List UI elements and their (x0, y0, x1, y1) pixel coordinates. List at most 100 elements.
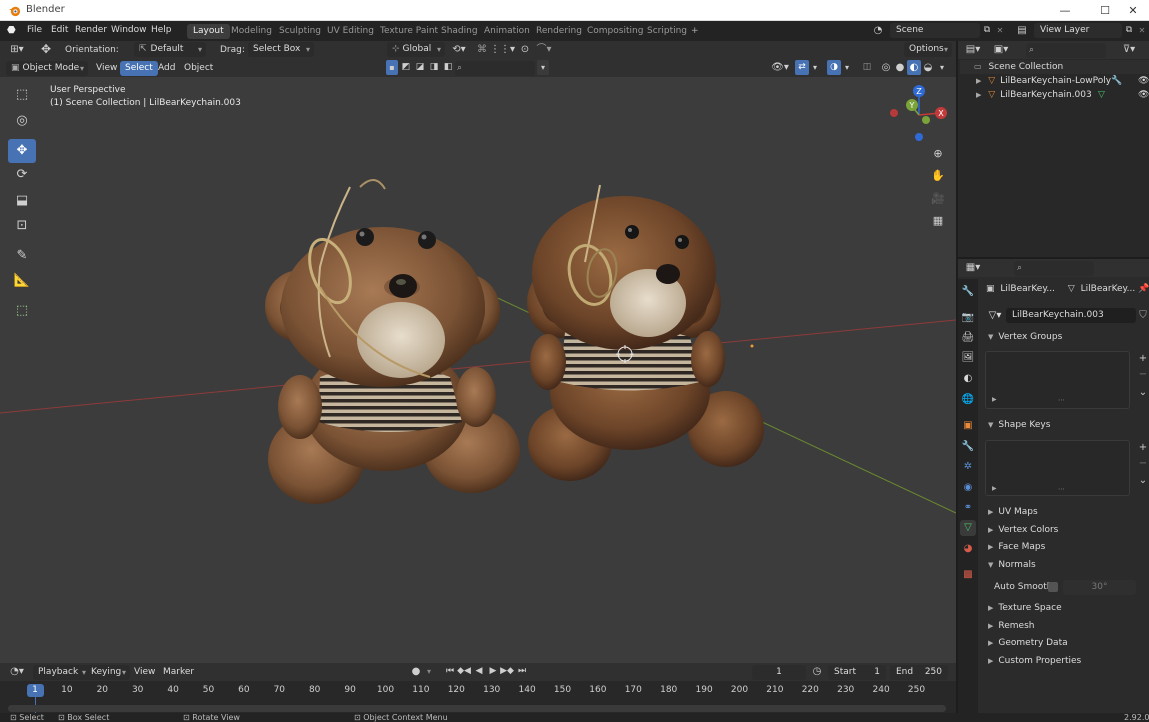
texture-tab-icon[interactable]: ▩ (960, 567, 976, 583)
list-expand-icon[interactable]: ▶ (992, 396, 997, 403)
select-mode-new-icon[interactable]: ▪ (386, 60, 398, 75)
remove-vertex-group-button[interactable]: − (1137, 368, 1149, 382)
tab-layout[interactable]: Layout (187, 24, 230, 39)
outliner-filter-icon[interactable]: ⊽▾ (1118, 42, 1140, 57)
outliner-search-field[interactable]: ⌕ (1026, 43, 1106, 58)
proportional-falloff-icon[interactable]: ⌒▾ (533, 42, 555, 57)
visibility-eye-icon[interactable]: 👁 (1138, 88, 1149, 102)
gizmo-toggle-icon[interactable]: ⇄ (795, 60, 809, 75)
play-reverse-icon[interactable]: ◀ (472, 664, 486, 679)
marker-menu[interactable]: Marker (158, 665, 199, 680)
blender-menu-icon[interactable]: ⬣ (7, 25, 16, 36)
cursor-tool-icon[interactable]: ◎ (8, 109, 36, 133)
render-tab-icon[interactable]: 📷 (960, 310, 976, 326)
gizmo-dropdown-icon[interactable]: ▾ (809, 60, 821, 75)
add-workspace-button[interactable]: + (685, 24, 705, 39)
drag-dropdown[interactable]: Select Box (248, 42, 314, 57)
fake-user-shield-icon[interactable]: ⛉ (1137, 308, 1149, 323)
jump-end-icon[interactable]: ⏭ (515, 664, 529, 679)
section-geometry-data[interactable]: ▶ Geometry Data (982, 635, 1149, 652)
material-tab-icon[interactable]: ◕ (960, 541, 976, 557)
xray-toggle-icon[interactable]: ◫ (860, 60, 874, 75)
overlays-dropdown-icon[interactable]: ▾ (841, 60, 853, 75)
section-normals[interactable]: ▼ Normals (982, 557, 1149, 574)
play-icon[interactable]: ▶ (486, 664, 500, 679)
list-resize-handle[interactable]: ⋯ (1058, 485, 1065, 493)
tab-animation[interactable]: Animation (478, 24, 536, 39)
view-layer-icon[interactable]: ▤ (1012, 23, 1032, 38)
vertex-groups-list[interactable]: ▶ ⋯ (985, 351, 1130, 409)
select-mode-intersect-icon[interactable]: ◧ (441, 60, 455, 75)
outliner-row-keychain-003[interactable]: ▶ ▽ LilBearKeychain.003 ▽ 👁 (960, 88, 1149, 102)
properties-editor-type-icon[interactable]: ▦▾ (962, 260, 984, 275)
section-remesh[interactable]: ▶ Remesh (982, 618, 1149, 635)
tab-sculpting[interactable]: Sculpting (273, 24, 327, 39)
rotate-tool-icon[interactable]: ⟳ (8, 163, 36, 187)
select-mode-subtract-icon[interactable]: ◪ (413, 60, 427, 75)
bear-left[interactable] (265, 179, 520, 504)
menu-window[interactable]: Window (111, 25, 147, 35)
scene-name-field[interactable]: Scene (890, 23, 980, 38)
scene-icon[interactable]: ◔ (868, 23, 888, 38)
output-tab-icon[interactable]: 🖨 (960, 330, 976, 346)
select-box-tool-icon[interactable]: ⬚ (8, 83, 36, 107)
proportional-edit-icon[interactable]: ⊙ (517, 42, 533, 57)
list-resize-handle[interactable]: ⋯ (1058, 396, 1065, 404)
menu-view[interactable]: View (91, 61, 122, 76)
world-tab-icon[interactable]: 🌐 (960, 392, 976, 408)
outliner-row-scene-collection[interactable]: ▭ Scene Collection (960, 60, 1149, 74)
particles-tab-icon[interactable]: ✲ (960, 459, 976, 475)
list-expand-icon[interactable]: ▶ (992, 485, 997, 492)
rendered-shading-icon[interactable]: ◒ (921, 60, 935, 75)
visibility-dropdown-icon[interactable]: 👁▾ (768, 60, 792, 75)
timeline-area[interactable]: 1 10 20 30 40 50 60 70 80 90 100 110 120 130 140 150 160… (0, 681, 956, 717)
menu-render[interactable]: Render (75, 25, 107, 35)
close-window-button[interactable]: ✕ (1118, 2, 1148, 19)
modifier-tab-icon[interactable]: 🔧 (960, 439, 976, 455)
tab-texture-paint[interactable]: Texture Paint (374, 24, 444, 39)
tool-tab-icon[interactable]: 🔧 (960, 284, 976, 300)
add-vertex-group-button[interactable]: + (1137, 352, 1149, 366)
select-mode-extend-icon[interactable]: ◩ (399, 60, 413, 75)
timeline-editor-type-icon[interactable]: ◔▾ (6, 664, 28, 679)
shading-dropdown-icon[interactable]: ▾ (936, 60, 948, 75)
menu-edit[interactable]: Edit (51, 25, 68, 35)
playback-menu[interactable]: Playback (33, 665, 90, 680)
shape-key-specials-icon[interactable]: ⌄ (1137, 474, 1149, 488)
wireframe-shading-icon[interactable]: ◎ (879, 60, 893, 75)
viewport-search-field[interactable]: ⌕ (455, 61, 535, 76)
tab-shading[interactable]: Shading (435, 24, 484, 39)
move-tool-button-icon[interactable]: ✥ (8, 139, 36, 163)
mesh-name-field[interactable]: LilBearKeychain.003 (1006, 308, 1136, 323)
filter-dropdown-icon[interactable]: ▾ (537, 60, 549, 75)
orientation-dropdown[interactable]: ⇱ Default (134, 42, 206, 57)
constraints-tab-icon[interactable]: ⚭ (960, 500, 976, 516)
jump-keyframe-back-icon[interactable]: ◆◀ (457, 664, 471, 679)
section-texture-space[interactable]: ▶ Texture Space (982, 600, 1149, 617)
zoom-view-icon[interactable]: ⊕ (928, 144, 948, 164)
tab-modeling[interactable]: Modeling (225, 24, 278, 39)
scene-tab-icon[interactable]: ◐ (960, 371, 976, 387)
delete-scene-icon[interactable]: ✕ (994, 23, 1006, 38)
visibility-eye-icon[interactable]: 👁 (1138, 74, 1149, 88)
section-shape-keys[interactable]: ▼ Shape Keys (982, 417, 1149, 434)
section-vertex-groups[interactable]: ▼ Vertex Groups (982, 329, 1149, 346)
3d-viewport[interactable] (0, 77, 956, 663)
mesh-browse-icon[interactable]: ▽▾ (984, 308, 1006, 323)
record-dropdown-icon[interactable]: ▾ (423, 664, 435, 679)
add-cube-tool-icon[interactable]: ⬚ (8, 299, 36, 323)
auto-smooth-checkbox[interactable] (1048, 582, 1058, 592)
solid-shading-icon[interactable]: ● (893, 60, 907, 75)
section-uv-maps[interactable]: ▶ UV Maps (982, 504, 1149, 521)
start-frame-field[interactable]: Start 1 (828, 665, 886, 680)
mode-dropdown[interactable]: ▣ Object Mode (6, 61, 88, 76)
snap-target-icon[interactable]: ⋮⋮▾ (490, 42, 515, 57)
tab-rendering[interactable]: Rendering (530, 24, 588, 39)
record-icon[interactable]: ● (409, 664, 423, 679)
remove-shape-key-button[interactable]: − (1137, 457, 1149, 471)
camera-view-icon[interactable]: 🎥 (928, 189, 948, 209)
snap-toggle-icon[interactable]: ⌘ (474, 42, 490, 57)
tab-compositing[interactable]: Compositing (581, 24, 649, 39)
timeline-scrollbar[interactable] (8, 705, 946, 712)
menu-file[interactable]: File (27, 25, 42, 35)
